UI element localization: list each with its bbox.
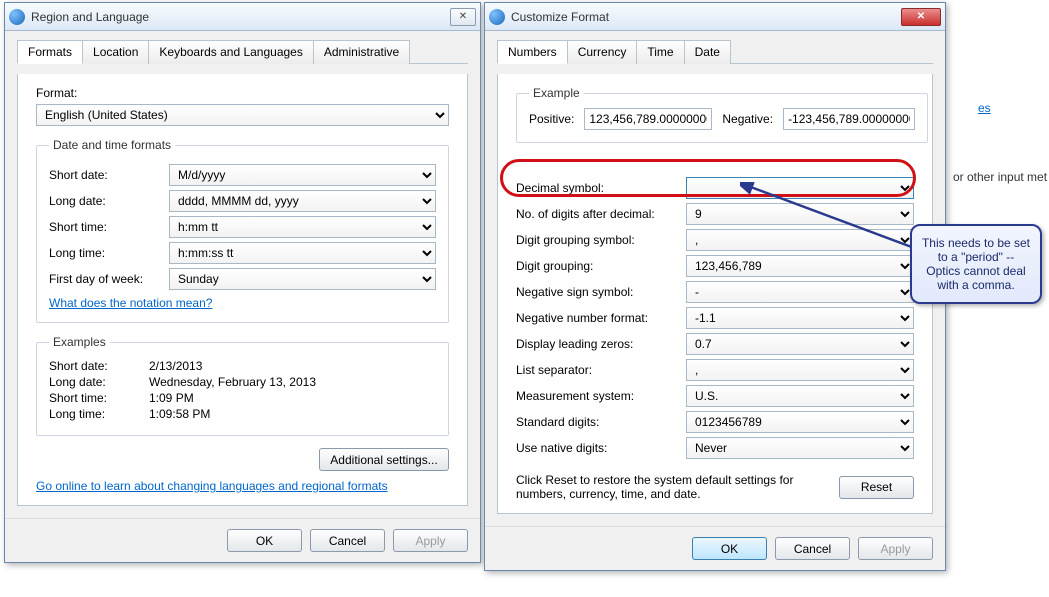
example-legend: Example (529, 86, 584, 100)
examples-group: Examples Short date:2/13/2013 Long date:… (36, 335, 449, 436)
close-button[interactable]: ✕ (901, 8, 941, 26)
tab-time[interactable]: Time (636, 40, 684, 64)
ex-short-date: 2/13/2013 (149, 359, 202, 373)
window-title: Region and Language (31, 10, 446, 24)
decimal-symbol-label: Decimal symbol: (516, 181, 686, 195)
ok-button[interactable]: OK (692, 537, 767, 560)
window-title: Customize Format (511, 10, 897, 24)
digits-after-select[interactable]: 9 (686, 203, 914, 225)
close-button[interactable]: ✕ (450, 8, 476, 26)
neg-format-label: Negative number format: (516, 311, 686, 325)
tab-keyboards[interactable]: Keyboards and Languages (148, 40, 313, 64)
examples-legend: Examples (49, 335, 110, 349)
titlebar: Region and Language ✕ (5, 3, 480, 31)
neg-format-select[interactable]: -1.1 (686, 307, 914, 329)
short-date-label: Short date: (49, 168, 169, 182)
tab-numbers[interactable]: Numbers (497, 40, 568, 64)
ex-long-date: Wednesday, February 13, 2013 (149, 375, 316, 389)
std-digits-select[interactable]: 0123456789 (686, 411, 914, 433)
ok-button[interactable]: OK (227, 529, 302, 552)
std-digits-label: Standard digits: (516, 415, 686, 429)
ex-long-time: 1:09:58 PM (149, 407, 210, 421)
first-day-select[interactable]: Sunday (169, 268, 436, 290)
apply-button[interactable]: Apply (393, 529, 468, 552)
ex-short-time: 1:09 PM (149, 391, 194, 405)
ex-short-time-label: Short time: (49, 391, 149, 405)
negative-field (783, 108, 915, 130)
tab-administrative[interactable]: Administrative (313, 40, 410, 64)
bg-text: or other input met (953, 170, 1047, 184)
dialog-buttons: OK Cancel Apply (5, 518, 480, 562)
leading-zeros-select[interactable]: 0.7 (686, 333, 914, 355)
digits-after-label: No. of digits after decimal: (516, 207, 686, 221)
long-date-select[interactable]: dddd, MMMM dd, yyyy (169, 190, 436, 212)
cancel-button[interactable]: Cancel (310, 529, 385, 552)
callout-text: This needs to be set to a "period" -- Op… (922, 236, 1030, 292)
long-time-select[interactable]: h:mm:ss tt (169, 242, 436, 264)
notation-link[interactable]: What does the notation mean? (49, 296, 212, 310)
measurement-select[interactable]: U.S. (686, 385, 914, 407)
grouping-symbol-label: Digit grouping symbol: (516, 233, 686, 247)
list-sep-select[interactable]: , (686, 359, 914, 381)
long-time-label: Long time: (49, 246, 169, 260)
globe-icon (489, 9, 505, 25)
native-digits-label: Use native digits: (516, 441, 686, 455)
apply-button[interactable]: Apply (858, 537, 933, 560)
ex-long-date-label: Long date: (49, 375, 149, 389)
tab-currency[interactable]: Currency (567, 40, 638, 64)
leading-zeros-label: Display leading zeros: (516, 337, 686, 351)
short-date-select[interactable]: M/d/yyyy (169, 164, 436, 186)
tabs: Numbers Currency Time Date (497, 39, 933, 64)
tab-formats[interactable]: Formats (17, 40, 83, 64)
cancel-button[interactable]: Cancel (775, 537, 850, 560)
neg-sign-select[interactable]: - (686, 281, 914, 303)
ex-long-time-label: Long time: (49, 407, 149, 421)
long-date-label: Long date: (49, 194, 169, 208)
grouping-symbol-select[interactable]: , (686, 229, 914, 251)
grouping-label: Digit grouping: (516, 259, 686, 273)
annotation-callout: This needs to be set to a "period" -- Op… (910, 224, 1042, 304)
customize-dialog: Customize Format ✕ Numbers Currency Time… (484, 2, 946, 571)
titlebar: Customize Format ✕ (485, 3, 945, 31)
tab-date[interactable]: Date (684, 40, 731, 64)
region-dialog: Region and Language ✕ Formats Location K… (4, 2, 481, 563)
bg-link[interactable]: es (978, 101, 991, 115)
format-select[interactable]: English (United States) (36, 104, 449, 126)
positive-label: Positive: (529, 112, 574, 126)
online-link[interactable]: Go online to learn about changing langua… (36, 479, 388, 493)
globe-icon (9, 9, 25, 25)
decimal-symbol-select[interactable] (686, 177, 914, 199)
short-time-select[interactable]: h:mm tt (169, 216, 436, 238)
reset-button[interactable]: Reset (839, 476, 914, 499)
tab-location[interactable]: Location (82, 40, 149, 64)
example-group: Example Positive: Negative: (516, 86, 928, 143)
native-digits-select[interactable]: Never (686, 437, 914, 459)
list-sep-label: List separator: (516, 363, 686, 377)
additional-settings-button[interactable]: Additional settings... (319, 448, 449, 471)
format-label: Format: (36, 86, 449, 100)
dtf-legend: Date and time formats (49, 138, 175, 152)
tabs: Formats Location Keyboards and Languages… (17, 39, 468, 64)
measurement-label: Measurement system: (516, 389, 686, 403)
date-time-formats: Date and time formats Short date: M/d/yy… (36, 138, 449, 323)
dialog-buttons: OK Cancel Apply (485, 526, 945, 570)
neg-sign-label: Negative sign symbol: (516, 285, 686, 299)
negative-label: Negative: (722, 112, 773, 126)
reset-note: Click Reset to restore the system defaul… (516, 473, 827, 501)
grouping-select[interactable]: 123,456,789 (686, 255, 914, 277)
first-day-label: First day of week: (49, 272, 169, 286)
positive-field (584, 108, 712, 130)
ex-short-date-label: Short date: (49, 359, 149, 373)
short-time-label: Short time: (49, 220, 169, 234)
